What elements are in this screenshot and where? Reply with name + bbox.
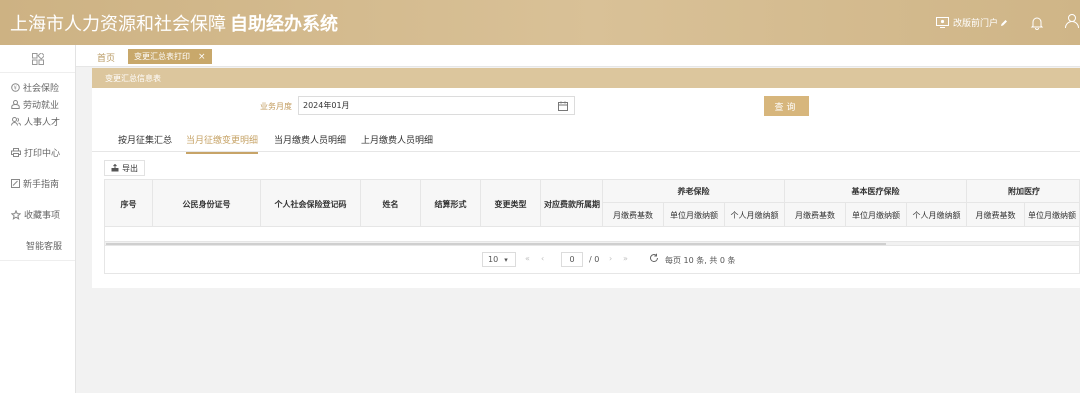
calendar-icon[interactable] <box>558 101 568 111</box>
column-header-settlement[interactable]: 结算形式 <box>421 180 481 226</box>
scrollbar-thumb[interactable] <box>106 243 886 245</box>
sidebar: ¥ 社会保险 劳动就业 人事人才 打印中心 新手指南 收藏事项 智能客服 <box>0 45 76 393</box>
sidebar-item-personnel[interactable]: 人事人才 <box>0 113 75 130</box>
app-title-bold: 自助经办系统 <box>230 14 338 35</box>
sidebar-item-print-center[interactable]: 打印中心 <box>0 144 75 161</box>
column-group-pension: 养老保险 <box>603 180 785 202</box>
people-icon <box>11 117 21 126</box>
printer-icon <box>11 148 21 157</box>
last-page-icon[interactable]: » <box>623 254 628 263</box>
chevron-down-icon: ▾ <box>504 255 508 264</box>
app-title-prefix: 上海市人力资源和社会保障 <box>10 14 226 35</box>
svg-text:¥: ¥ <box>14 86 17 92</box>
page-tabs: 首页 变更汇总表打印 × <box>76 45 1080 67</box>
sidebar-item-label: 智能客服 <box>26 242 63 252</box>
refresh-icon[interactable] <box>649 253 659 263</box>
app-title: 上海市人力资源和社会保障 自助经办系统 <box>10 10 338 36</box>
column-header-supp-base[interactable]: 月缴费基数 <box>967 202 1025 226</box>
column-header-pension-base[interactable]: 月缴费基数 <box>603 202 664 226</box>
period-label: 业务月度 <box>260 102 292 111</box>
sidebar-item-label: 社会保险 <box>23 84 60 94</box>
page-size-select[interactable]: 10 ▾ <box>482 252 516 267</box>
user-menu[interactable] <box>1064 13 1080 33</box>
main-panel: 变更汇总信息表 业务月度 2024年01月 查询 按月征集汇总 当月征缴变更明细… <box>92 68 1080 288</box>
period-value: 2024年01月 <box>303 101 350 110</box>
top-header: 上海市人力资源和社会保障 自助经办系统 改版前门户 <box>0 0 1080 45</box>
tab-change-summary-print[interactable]: 变更汇总表打印 × <box>128 49 212 64</box>
export-button[interactable]: 导出 <box>104 160 145 176</box>
sidebar-item-social-insurance[interactable]: ¥ 社会保险 <box>0 79 75 96</box>
sidebar-item-employment[interactable]: 劳动就业 <box>0 96 75 113</box>
data-table-header: 序号 公民身份证号 个人社会保险登记码 姓名 结算形式 变更类型 对应费款所属期… <box>104 179 1080 227</box>
column-header-pension-personal[interactable]: 个人月缴纳额 <box>725 202 785 226</box>
page-summary: 每页 10 条, 共 0 条 <box>665 256 736 265</box>
column-header-medical-employer[interactable]: 单位月缴纳额 <box>846 202 907 226</box>
bell-icon[interactable] <box>1030 16 1044 30</box>
sidebar-item-label: 人事人才 <box>24 118 61 128</box>
sidebar-item-smart-service[interactable]: 智能客服 <box>0 237 75 254</box>
pencil-icon <box>1001 19 1007 26</box>
column-header-medical-personal[interactable]: 个人月缴纳额 <box>907 202 967 226</box>
star-icon <box>11 209 21 220</box>
coin-icon: ¥ <box>11 83 20 92</box>
column-header-supp-employer[interactable]: 单位月缴纳额 <box>1025 202 1079 226</box>
panel-title: 变更汇总信息表 <box>92 68 1080 88</box>
detail-tabs: 按月征集汇总 当月征缴变更明细 当月缴费人员明细 上月缴费人员明细 <box>92 128 1080 154</box>
page-size-value: 10 <box>488 255 499 264</box>
monitor-icon <box>935 17 949 28</box>
export-label: 导出 <box>122 163 138 173</box>
export-icon <box>111 164 119 172</box>
sidebar-item-label: 收藏事项 <box>24 211 61 221</box>
person-icon <box>11 100 20 109</box>
page-number-input[interactable]: 0 <box>561 252 583 267</box>
first-page-icon[interactable]: « <box>525 254 530 263</box>
grid-icon <box>31 52 44 65</box>
column-header-id-number[interactable]: 公民身份证号 <box>153 180 261 226</box>
guide-icon <box>11 179 20 188</box>
old-portal-link[interactable]: 改版前门户 <box>935 16 1012 29</box>
column-header-medical-base[interactable]: 月缴费基数 <box>785 202 846 226</box>
column-header-insurance-code[interactable]: 个人社会保险登记码 <box>261 180 361 226</box>
tab-label: 变更汇总表打印 <box>134 52 190 61</box>
column-header-index[interactable]: 序号 <box>105 180 153 226</box>
tab-last-month-payers[interactable]: 上月缴费人员明细 <box>361 133 433 146</box>
total-pages: / 0 <box>589 255 600 264</box>
sidebar-item-label: 打印中心 <box>24 149 61 159</box>
tab-current-change-details[interactable]: 当月征缴变更明细 <box>186 133 259 154</box>
prev-page-icon[interactable]: ‹ <box>541 254 544 263</box>
column-header-pension-employer[interactable]: 单位月缴纳额 <box>664 202 725 226</box>
column-header-period[interactable]: 对应费款所属期 <box>541 180 603 226</box>
close-icon[interactable]: × <box>198 52 206 62</box>
period-input[interactable]: 2024年01月 <box>298 96 575 115</box>
query-form: 业务月度 2024年01月 查询 <box>92 96 1080 116</box>
old-portal-label: 改版前门户 <box>952 19 998 29</box>
next-page-icon[interactable]: › <box>609 254 612 263</box>
sidebar-item-label: 劳动就业 <box>23 101 60 111</box>
table-body <box>104 227 1080 241</box>
tab-current-payers[interactable]: 当月缴费人员明细 <box>274 133 346 146</box>
tab-home[interactable]: 首页 <box>97 51 115 64</box>
app-grid-button[interactable] <box>0 45 75 73</box>
pagination: 10 ▾ « ‹ 0 / 0 › » 每页 10 条, 共 0 条 <box>104 246 1080 274</box>
column-group-supplementary-medical: 附加医疗 <box>1008 186 1040 196</box>
sidebar-item-favorites[interactable]: 收藏事项 <box>0 206 75 223</box>
column-header-change-type[interactable]: 变更类型 <box>481 180 541 226</box>
column-header-name[interactable]: 姓名 <box>361 180 421 226</box>
sidebar-item-label: 新手指南 <box>23 180 60 190</box>
column-group-medical: 基本医疗保险 <box>785 180 967 202</box>
tab-monthly-summary[interactable]: 按月征集汇总 <box>118 133 172 146</box>
sidebar-item-guide[interactable]: 新手指南 <box>0 175 75 192</box>
query-button[interactable]: 查询 <box>764 96 809 116</box>
user-icon <box>1065 13 1079 28</box>
